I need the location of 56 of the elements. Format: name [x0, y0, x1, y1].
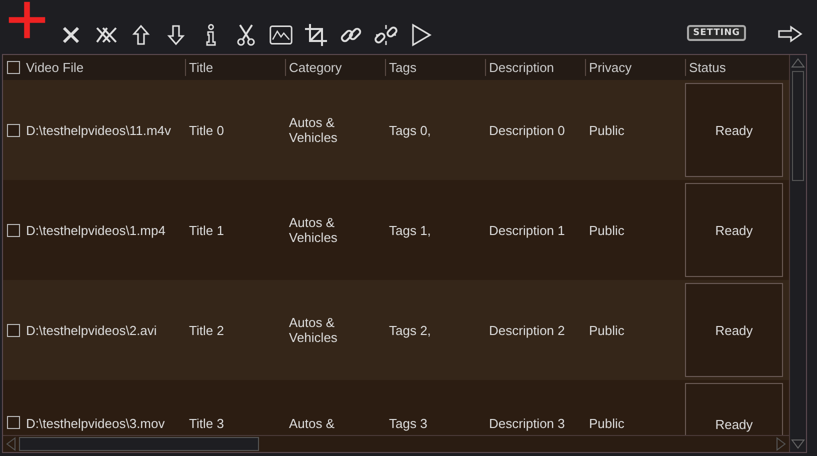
play-icon[interactable]	[409, 23, 433, 47]
status-cell: Ready	[685, 383, 783, 435]
column-header[interactable]: Status	[689, 60, 726, 75]
status-cell: Ready	[685, 283, 783, 377]
title-cell: Title 3	[189, 416, 224, 431]
crop-icon[interactable]	[304, 23, 328, 47]
table-row[interactable]: D:\testhelpvideos\11.m4v Title 0 Autos & Vehicles Tags 0, Description 0 Public Ready	[3, 80, 789, 180]
scroll-thumb[interactable]	[792, 71, 804, 181]
setting-button[interactable]: SETTING	[687, 25, 746, 41]
row-checkbox[interactable]	[7, 224, 20, 236]
description-cell: Description 1	[489, 222, 565, 238]
tags-cell: Tags 3	[389, 416, 428, 431]
row-checkbox[interactable]	[7, 124, 20, 136]
column-header[interactable]: Description	[489, 60, 554, 75]
row-checkbox[interactable]	[7, 324, 20, 336]
scroll-down-icon[interactable]	[791, 439, 805, 449]
description-cell: Description 2	[489, 322, 565, 338]
column-header[interactable]: Title	[189, 60, 214, 75]
tags-cell: Tags 1,	[389, 222, 431, 238]
status-cell: Ready	[685, 183, 783, 277]
category-cell: Autos &	[289, 416, 335, 431]
column-header[interactable]: Privacy	[589, 60, 632, 75]
tags-cell: Tags 2,	[389, 322, 431, 338]
broken-link-icon[interactable]	[374, 23, 398, 47]
privacy-cell: Public	[589, 416, 624, 431]
arrow-right-icon[interactable]	[777, 25, 803, 43]
column-header[interactable]: Video File	[26, 60, 84, 75]
category-cell-text: Autos & Vehicles	[289, 315, 338, 345]
horizontal-scrollbar[interactable]	[3, 435, 789, 452]
status-cell: Ready	[685, 83, 783, 177]
column-header[interactable]: Tags	[389, 60, 416, 75]
privacy-cell: Public	[589, 122, 624, 138]
title-cell: Title 1	[189, 222, 224, 238]
privacy-cell: Public	[589, 322, 624, 338]
description-cell: Description 3	[489, 416, 565, 431]
title-cell: Title 0	[189, 122, 224, 138]
tags-cell: Tags 0,	[389, 122, 431, 138]
column-header[interactable]: Category	[289, 60, 342, 75]
scroll-up-icon[interactable]	[791, 58, 805, 68]
category-cell-text: Autos & Vehicles	[289, 215, 338, 245]
description-cell: Description 0	[489, 122, 565, 138]
scroll-thumb[interactable]	[19, 437, 259, 451]
vertical-scrollbar[interactable]	[789, 55, 806, 452]
image-icon[interactable]	[269, 23, 293, 47]
title-cell: Title 2	[189, 322, 224, 338]
video-file-cell: D:\testhelpvideos\1.mp4	[26, 222, 166, 238]
category-cell-text: Autos & Vehicles	[289, 115, 338, 145]
add-icon[interactable]	[6, 0, 48, 41]
select-all-checkbox[interactable]	[7, 61, 20, 74]
video-file-cell: D:\testhelpvideos\3.mov	[26, 416, 165, 431]
video-file-cell: D:\testhelpvideos\2.avi	[26, 322, 157, 338]
video-file-cell: D:\testhelpvideos\11.m4v	[26, 122, 171, 138]
scissors-icon[interactable]	[234, 23, 258, 47]
table-row[interactable]: D:\testhelpvideos\2.avi Title 2 Autos & Vehicles Tags 2, Description 2 Public Ready	[3, 280, 789, 380]
row-checkbox[interactable]	[7, 416, 20, 429]
privacy-cell: Public	[589, 222, 624, 238]
